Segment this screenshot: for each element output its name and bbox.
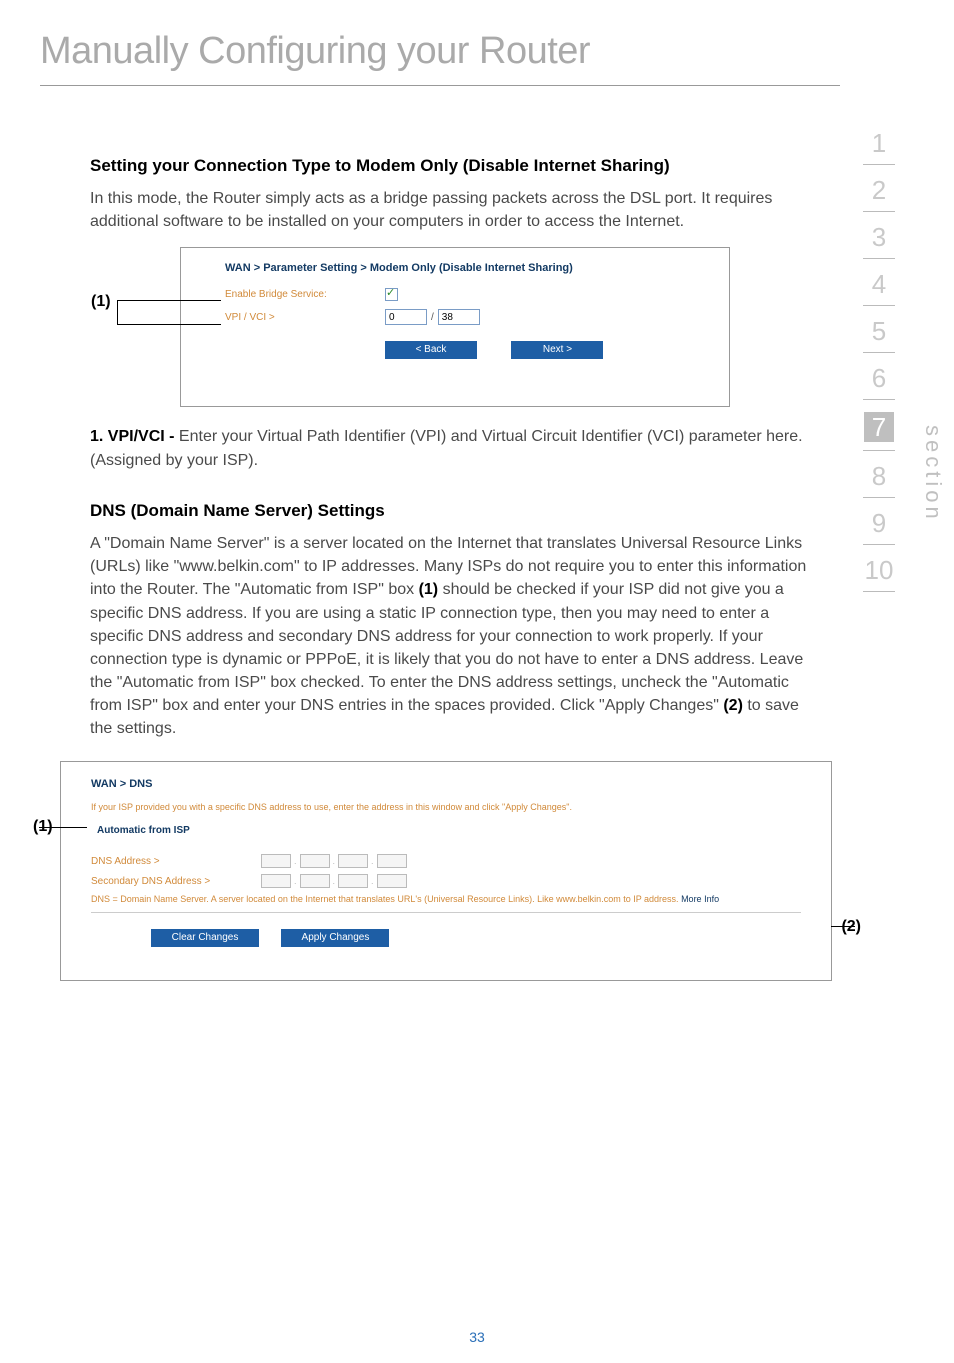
para-dns-b: (1) (419, 581, 439, 598)
dns-octet-input[interactable] (377, 874, 407, 888)
main-content: Setting your Connection Type to Modem On… (90, 155, 810, 981)
auto-from-isp-row: Automatic from ISP (91, 825, 801, 836)
nav-sep (863, 497, 895, 498)
nav-sep (863, 399, 895, 400)
nav-2: 2 (844, 177, 914, 203)
nav-sep (863, 352, 895, 353)
enable-bridge-label: Enable Bridge Service: (225, 289, 385, 300)
para-dns-c: should be checked if your ISP did not gi… (90, 581, 803, 714)
shot2-title: WAN > DNS (91, 778, 801, 790)
nav-8: 8 (844, 463, 914, 489)
vci-input[interactable] (438, 309, 480, 325)
nav-sep (863, 211, 895, 212)
nav-sep (863, 164, 895, 165)
vpi-vci-item: 1. VPI/VCI - Enter your Virtual Path Ide… (90, 425, 810, 471)
section-vertical-label: section (920, 425, 946, 523)
dns-octet-input[interactable] (261, 854, 291, 868)
back-button[interactable]: < Back (385, 341, 477, 359)
para-dns-d: (2) (723, 697, 743, 714)
shot2-desc: If your ISP provided you with a specific… (91, 802, 801, 814)
callout-line (117, 324, 221, 325)
dns-octet-input[interactable] (338, 854, 368, 868)
nav-sep (863, 591, 895, 592)
vpi-input[interactable] (385, 309, 427, 325)
dns-octet-input[interactable] (338, 874, 368, 888)
shot1-title: WAN > Parameter Setting > Modem Only (Di… (225, 262, 729, 274)
dns-note-text: DNS = Domain Name Server. A server locat… (91, 894, 681, 904)
vpi-vci-label: VPI / VCI > (225, 312, 385, 323)
page-title: Manually Configuring your Router (40, 30, 590, 73)
secondary-dns-row: Secondary DNS Address > . . . (91, 874, 801, 888)
page-number: 33 (0, 1329, 954, 1345)
callout-2-dns: (2) (841, 918, 861, 936)
screenshot-dns: (1) (2) WAN > DNS If your ISP provided y… (60, 761, 832, 981)
enable-bridge-checkbox[interactable] (385, 288, 398, 301)
title-rule (40, 85, 840, 86)
callout-line (117, 300, 118, 324)
more-info-link[interactable]: More Info (681, 894, 719, 904)
shot2-hr (91, 912, 801, 913)
vpi-vci-row: VPI / VCI > / (181, 309, 729, 325)
next-button[interactable]: Next > (511, 341, 603, 359)
dns-octet-input[interactable] (300, 854, 330, 868)
nav-sep (863, 450, 895, 451)
para-modem-only: In this mode, the Router simply acts as … (90, 187, 810, 233)
secondary-dns-label: Secondary DNS Address > (91, 876, 261, 887)
vpi-vci-item-text: Enter your Virtual Path Identifier (VPI)… (90, 428, 803, 468)
dns-address-row: DNS Address > . . . (91, 854, 801, 868)
auto-from-isp-label: Automatic from ISP (97, 825, 190, 836)
callout-line (117, 300, 221, 301)
nav-sep (863, 305, 895, 306)
heading-dns: DNS (Domain Name Server) Settings (90, 500, 810, 522)
slash-sep: / (431, 312, 434, 323)
clear-changes-button[interactable]: Clear Changes (151, 929, 259, 947)
shot2-buttons: Clear Changes Apply Changes (151, 927, 801, 947)
nav-5: 5 (844, 318, 914, 344)
nav-sep (863, 544, 895, 545)
nav-6: 6 (844, 365, 914, 391)
dns-address-label: DNS Address > (91, 856, 261, 867)
dns-octet-input[interactable] (300, 874, 330, 888)
nav-7-active: 7 (864, 412, 894, 442)
dns-octet-input[interactable] (261, 874, 291, 888)
shot1-buttons: < Back Next > (385, 339, 729, 359)
nav-4: 4 (844, 271, 914, 297)
nav-10: 10 (844, 557, 914, 583)
callout-1-label: (1) (91, 293, 111, 311)
nav-1: 1 (844, 130, 914, 156)
enable-bridge-row: Enable Bridge Service: (181, 288, 729, 301)
page-nav-sidebar: 1 2 3 4 5 6 7 8 9 10 (844, 130, 914, 604)
dns-note: DNS = Domain Name Server. A server locat… (91, 894, 801, 906)
para-dns: A "Domain Name Server" is a server locat… (90, 532, 810, 741)
screenshot-modem-only: (1) WAN > Parameter Setting > Modem Only… (180, 247, 730, 407)
nav-sep (863, 258, 895, 259)
callout-line (39, 827, 87, 828)
dns-octet-input[interactable] (377, 854, 407, 868)
vpi-vci-item-label: 1. VPI/VCI - (90, 428, 179, 445)
apply-changes-button[interactable]: Apply Changes (281, 929, 389, 947)
heading-modem-only: Setting your Connection Type to Modem On… (90, 155, 810, 177)
nav-3: 3 (844, 224, 914, 250)
nav-9: 9 (844, 510, 914, 536)
callout-line (831, 926, 855, 927)
